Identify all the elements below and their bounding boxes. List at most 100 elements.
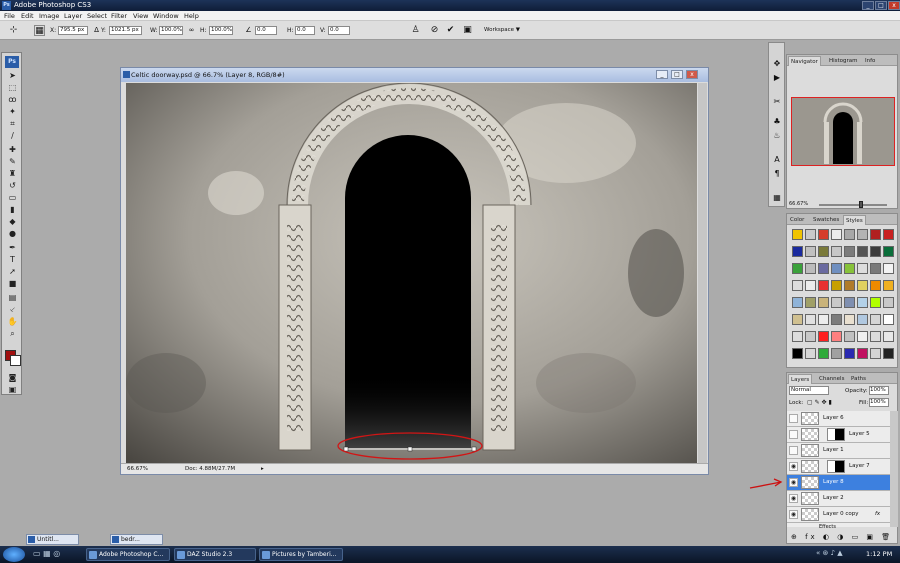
dodge-icon[interactable]: ● [7,229,18,239]
style-swatch[interactable] [831,246,842,257]
visibility-eye-icon[interactable] [789,430,798,439]
style-swatch[interactable] [844,263,855,274]
layer-row[interactable]: ◉ Layer 7 [787,459,890,475]
clone-stamp-icon[interactable]: ♜ [7,169,18,179]
style-swatch[interactable] [818,229,829,240]
character-icon[interactable]: A [772,155,782,165]
tab-histogram[interactable]: Histogram [827,56,860,66]
style-swatch[interactable] [870,263,881,274]
navigator-icon[interactable]: ✥ [772,59,782,69]
close-button[interactable]: x [888,1,900,10]
style-swatch[interactable] [844,348,855,359]
minimize-button[interactable]: _ [862,1,874,10]
tab-navigator[interactable]: Navigator [788,56,821,66]
style-swatch[interactable] [870,348,881,359]
menu-help[interactable]: Help [184,12,199,20]
style-swatch[interactable] [805,263,816,274]
menu-window[interactable]: Window [153,12,179,20]
maximize-button[interactable]: □ [875,1,887,10]
tab-channels[interactable]: Channels [817,374,846,384]
menu-select[interactable]: Select [87,12,107,20]
commit-transform-icon[interactable]: ✔ [445,25,456,36]
blur-icon[interactable]: ◆ [7,217,18,227]
style-swatch[interactable] [818,314,829,325]
style-swatch[interactable] [818,246,829,257]
path-selection-icon[interactable]: ➚ [7,267,18,277]
style-swatch[interactable] [805,297,816,308]
style-swatch[interactable] [857,246,868,257]
warp-icon[interactable]: ♙ [410,25,421,36]
style-swatch[interactable] [883,331,894,342]
style-swatch[interactable] [792,229,803,240]
style-swatch[interactable] [883,246,894,257]
style-swatch[interactable] [818,280,829,291]
taskbar-photoshop[interactable]: Adobe Photoshop C... [86,548,170,561]
style-swatch[interactable] [870,229,881,240]
layer-row[interactable]: Layer 5 [787,427,890,443]
style-swatch[interactable] [792,263,803,274]
style-swatch[interactable] [831,280,842,291]
lock-icons[interactable]: ▢ ✎ ✥ ▮ [807,399,832,406]
style-swatch[interactable] [805,229,816,240]
layer-actions-bar[interactable]: ⊕ fx ◐ ◑ ▭ ▣ 🗑 [787,533,897,544]
shape-icon[interactable]: ■ [7,279,18,289]
style-swatch[interactable] [831,229,842,240]
doc-minimize-button[interactable]: _ [656,70,668,79]
zoom-icon[interactable]: ⌕ [7,329,18,339]
style-swatch[interactable] [844,331,855,342]
visibility-eye-icon[interactable]: ◉ [789,478,798,487]
tab-layers[interactable]: Layers [788,374,813,384]
style-swatch[interactable] [883,280,894,291]
opacity-field[interactable]: 100% [869,386,889,395]
quick-launch-icons[interactable]: ▭ ▦ ◎ [33,549,60,558]
style-swatch[interactable] [857,297,868,308]
tab-styles[interactable]: Styles [843,215,866,225]
style-swatch[interactable] [844,297,855,308]
slice-icon[interactable]: ∕ [7,131,18,141]
canvas[interactable] [126,83,697,465]
nav-zoom-value[interactable]: 66.67% [789,201,808,207]
nav-zoom-slider[interactable] [819,204,887,206]
style-swatch[interactable] [831,314,842,325]
minimized-doc-1[interactable]: Untitl... [26,534,79,545]
gradient-icon[interactable]: ▮ [7,205,18,215]
style-swatch[interactable] [792,348,803,359]
layer-mask-thumbnail[interactable] [827,460,845,473]
style-swatch[interactable] [870,280,881,291]
workspace-menu[interactable]: Workspace ▼ [484,27,520,33]
cancel-transform-icon[interactable]: ⊘ [429,25,440,36]
style-swatch[interactable] [831,331,842,342]
angle-field[interactable]: 0.0 [255,26,277,35]
layer-row[interactable]: ◉ Layer 2 [787,491,890,507]
tab-paths[interactable]: Paths [849,374,868,384]
visibility-eye-icon[interactable] [789,446,798,455]
quick-mask-icon[interactable]: ◙ [7,373,18,383]
style-swatch[interactable] [792,331,803,342]
minimized-doc-2[interactable]: bedr... [110,534,163,545]
paragraph-icon[interactable]: ¶ [772,169,782,179]
move-icon[interactable]: ➤ [7,71,18,81]
style-swatch[interactable] [792,297,803,308]
visibility-eye-icon[interactable]: ◉ [789,494,798,503]
style-swatch[interactable] [857,263,868,274]
layer-row[interactable]: Layer 1 [787,443,890,459]
actions-icon[interactable]: ▶ [772,73,782,83]
y-field[interactable]: 1021.5 px [109,26,142,35]
style-swatch[interactable] [792,280,803,291]
nav-zoom-thumb[interactable] [858,201,863,208]
style-swatch[interactable] [818,297,829,308]
pen-icon[interactable]: ✒ [7,243,18,253]
style-swatch[interactable] [831,263,842,274]
visibility-eye-icon[interactable] [789,414,798,423]
style-swatch[interactable] [857,314,868,325]
brushes-icon[interactable]: ♣ [772,117,782,127]
move-tool-icon[interactable]: ⊹ [8,25,19,36]
style-swatch[interactable] [818,263,829,274]
style-swatch[interactable] [870,331,881,342]
tab-color[interactable]: Color [788,215,806,225]
visibility-eye-icon[interactable]: ◉ [789,462,798,471]
style-swatch[interactable] [883,229,894,240]
link-icon[interactable]: ∞ [186,25,197,36]
reference-point-icon[interactable]: ▦ [34,25,45,36]
zoom-level[interactable]: 66.67% [127,466,148,472]
